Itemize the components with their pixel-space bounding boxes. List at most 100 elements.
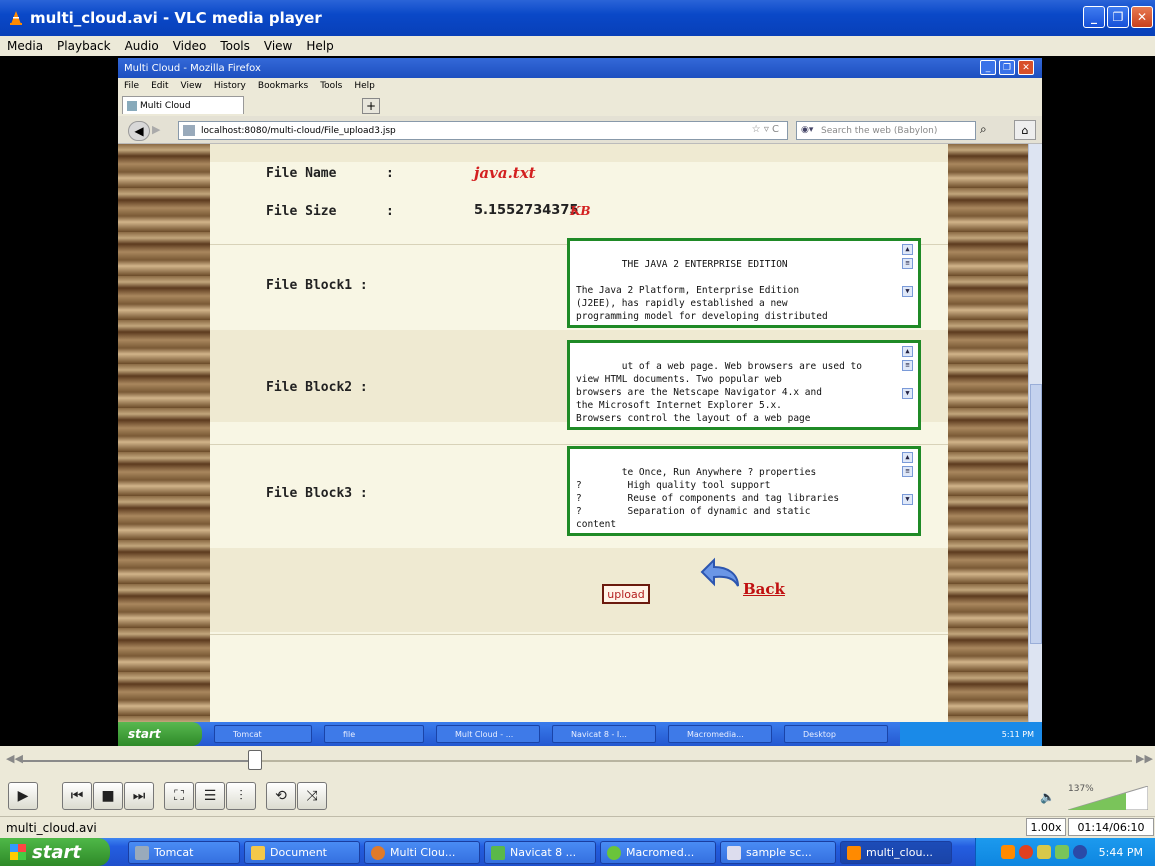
site-icon: [183, 125, 195, 136]
file-block3-textarea: te Once, Run Anywhere ? properties ? Hig…: [567, 446, 921, 536]
status-filename: multi_cloud.avi: [6, 820, 97, 835]
menu-media[interactable]: Media: [0, 39, 50, 53]
inner-task-macromedia: Macromedia...: [668, 725, 772, 743]
task-macromedia-label: Macromed...: [626, 846, 695, 859]
previous-button[interactable]: ⏮: [62, 782, 92, 810]
ff-minimize-icon: _: [980, 60, 996, 75]
task-macromedia[interactable]: Macromed...: [600, 841, 716, 864]
task-navicat-label: Navicat 8 ...: [510, 846, 577, 859]
menu-video[interactable]: Video: [166, 39, 214, 53]
menu-audio[interactable]: Audio: [118, 39, 166, 53]
file-size-colon: :: [386, 204, 394, 219]
update-tray-icon[interactable]: [1054, 845, 1069, 859]
task-tomcat-label: Tomcat: [154, 846, 194, 859]
clock: 5:44 PM: [1098, 845, 1143, 859]
ff-search-placeholder: Search the web (Babylon): [821, 125, 938, 136]
task-multi-cloud[interactable]: Multi Clou...: [364, 841, 480, 864]
system-tray: 5:44 PM: [975, 838, 1155, 866]
start-label: start: [32, 841, 81, 863]
antivirus-tray-icon[interactable]: [1018, 845, 1033, 859]
firefox-icon: [371, 845, 385, 860]
windows-logo-icon: [10, 844, 26, 860]
search-tray-icon[interactable]: [1072, 845, 1087, 859]
close-button[interactable]: ✕: [1131, 6, 1153, 28]
seek-progress: [22, 760, 255, 762]
task-sample[interactable]: sample sc...: [720, 841, 836, 864]
ff-menu-help: Help: [354, 81, 375, 91]
vlc-cone-icon: [10, 11, 22, 25]
wood-border-right: [948, 144, 1032, 722]
file-block3-text: te Once, Run Anywhere ? properties ? Hig…: [576, 467, 840, 530]
file-name-colon: :: [386, 166, 394, 181]
seek-back-icon[interactable]: ◀◀: [6, 752, 23, 765]
loop-button[interactable]: ⟲: [266, 782, 296, 810]
task-document-label: Document: [270, 846, 327, 859]
menu-playback[interactable]: Playback: [50, 39, 118, 53]
next-button[interactable]: ⏭: [124, 782, 154, 810]
inner-start-button: start: [118, 722, 202, 746]
bookmark-star-icon: ☆ ▿ C: [751, 124, 779, 135]
vlc-controls: ▶ ⏮ ■ ⏭ ⛶ ☰ ⫶ ⟲ ⤨ 🔈 137%: [0, 774, 1155, 816]
tomcat-icon: [135, 845, 149, 860]
menu-help[interactable]: Help: [299, 39, 340, 53]
play-button[interactable]: ▶: [8, 782, 38, 810]
file-size-label: File Size: [266, 204, 337, 219]
page-favicon-icon: [127, 100, 137, 111]
inner-task-file: file: [324, 725, 424, 743]
playback-time[interactable]: 01:14/06:10: [1068, 818, 1154, 836]
ff-forward-icon: ▶: [152, 123, 161, 136]
task-sample-label: sample sc...: [746, 846, 812, 859]
file-size-value: 5.1552734375: [474, 203, 579, 218]
firefox-title: Multi Cloud - Mozilla Firefox: [124, 62, 261, 74]
maximize-button[interactable]: ❐: [1107, 6, 1129, 28]
shuffle-button[interactable]: ⤨: [297, 782, 327, 810]
volume-percent: 137%: [1068, 784, 1094, 794]
seek-handle[interactable]: [248, 750, 262, 770]
file-name-value: java.txt: [474, 164, 536, 182]
playlist-button[interactable]: ☰: [195, 782, 225, 810]
file-name-label: File Name: [266, 166, 337, 181]
ff-menu-bookmarks: Bookmarks: [257, 81, 309, 91]
vlc-icon: [847, 845, 861, 860]
extended-settings-button[interactable]: ⫶: [226, 782, 256, 810]
ff-home-icon: ⌂: [1014, 120, 1036, 140]
stop-button[interactable]: ■: [93, 782, 123, 810]
file-block1-text: THE JAVA 2 ENTERPRISE EDITION The Java 2…: [576, 259, 828, 322]
ff-menu-view: View: [180, 81, 202, 91]
speaker-icon[interactable]: 🔈: [1040, 790, 1055, 804]
menu-view[interactable]: View: [257, 39, 299, 53]
ff-search-bar: ◉▾ Search the web (Babylon): [796, 121, 976, 140]
file-block2-textarea: ut of a web page. Web browsers are used …: [567, 340, 921, 430]
upload-button: upload: [602, 584, 650, 604]
file-block1-textarea: THE JAVA 2 ENTERPRISE EDITION The Java 2…: [567, 238, 921, 328]
vlc-tray-icon[interactable]: [1000, 845, 1015, 859]
seek-forward-icon[interactable]: ▶▶: [1136, 752, 1153, 765]
playback-speed[interactable]: 1.00x: [1026, 818, 1066, 836]
network-tray-icon[interactable]: [1036, 845, 1051, 859]
wood-border-left: [118, 144, 210, 722]
start-button[interactable]: start: [0, 838, 110, 866]
task-vlc[interactable]: multi_clou...: [840, 841, 952, 864]
task-tomcat[interactable]: Tomcat: [128, 841, 240, 864]
inner-task-tomcat: Tomcat: [214, 725, 312, 743]
file-block2-label: File Block2 :: [266, 380, 368, 395]
document-icon: [727, 845, 741, 860]
inner-task-multi-cloud: Mult Cloud - ...: [436, 725, 540, 743]
page-content: File Name : java.txt File Size : 5.15527…: [210, 144, 948, 722]
inner-task-desktop: Desktop: [784, 725, 888, 743]
ff-close-icon: ✕: [1018, 60, 1034, 75]
file-block2-text: ut of a web page. Web browsers are used …: [576, 361, 862, 424]
vlc-title-bar: multi_cloud.avi - VLC media player _ ❐ ✕: [0, 0, 1155, 36]
back-link: Back: [743, 580, 785, 598]
task-document[interactable]: Document: [244, 841, 360, 864]
task-vlc-label: multi_clou...: [866, 846, 933, 859]
minimize-button[interactable]: _: [1083, 6, 1105, 28]
inner-task-navicat: Navicat 8 - I...: [552, 725, 656, 743]
block1-scrollbar: ▲ ≡ ▼: [902, 244, 915, 322]
xp-taskbar: start Tomcat Document Multi Clou... Navi…: [0, 838, 1155, 866]
task-navicat[interactable]: Navicat 8 ...: [484, 841, 596, 864]
menu-tools[interactable]: Tools: [213, 39, 257, 53]
fullscreen-button[interactable]: ⛶: [164, 782, 194, 810]
block3-scrollbar: ▲ ≡ ▼: [902, 452, 915, 530]
new-tab-icon: +: [362, 98, 380, 114]
